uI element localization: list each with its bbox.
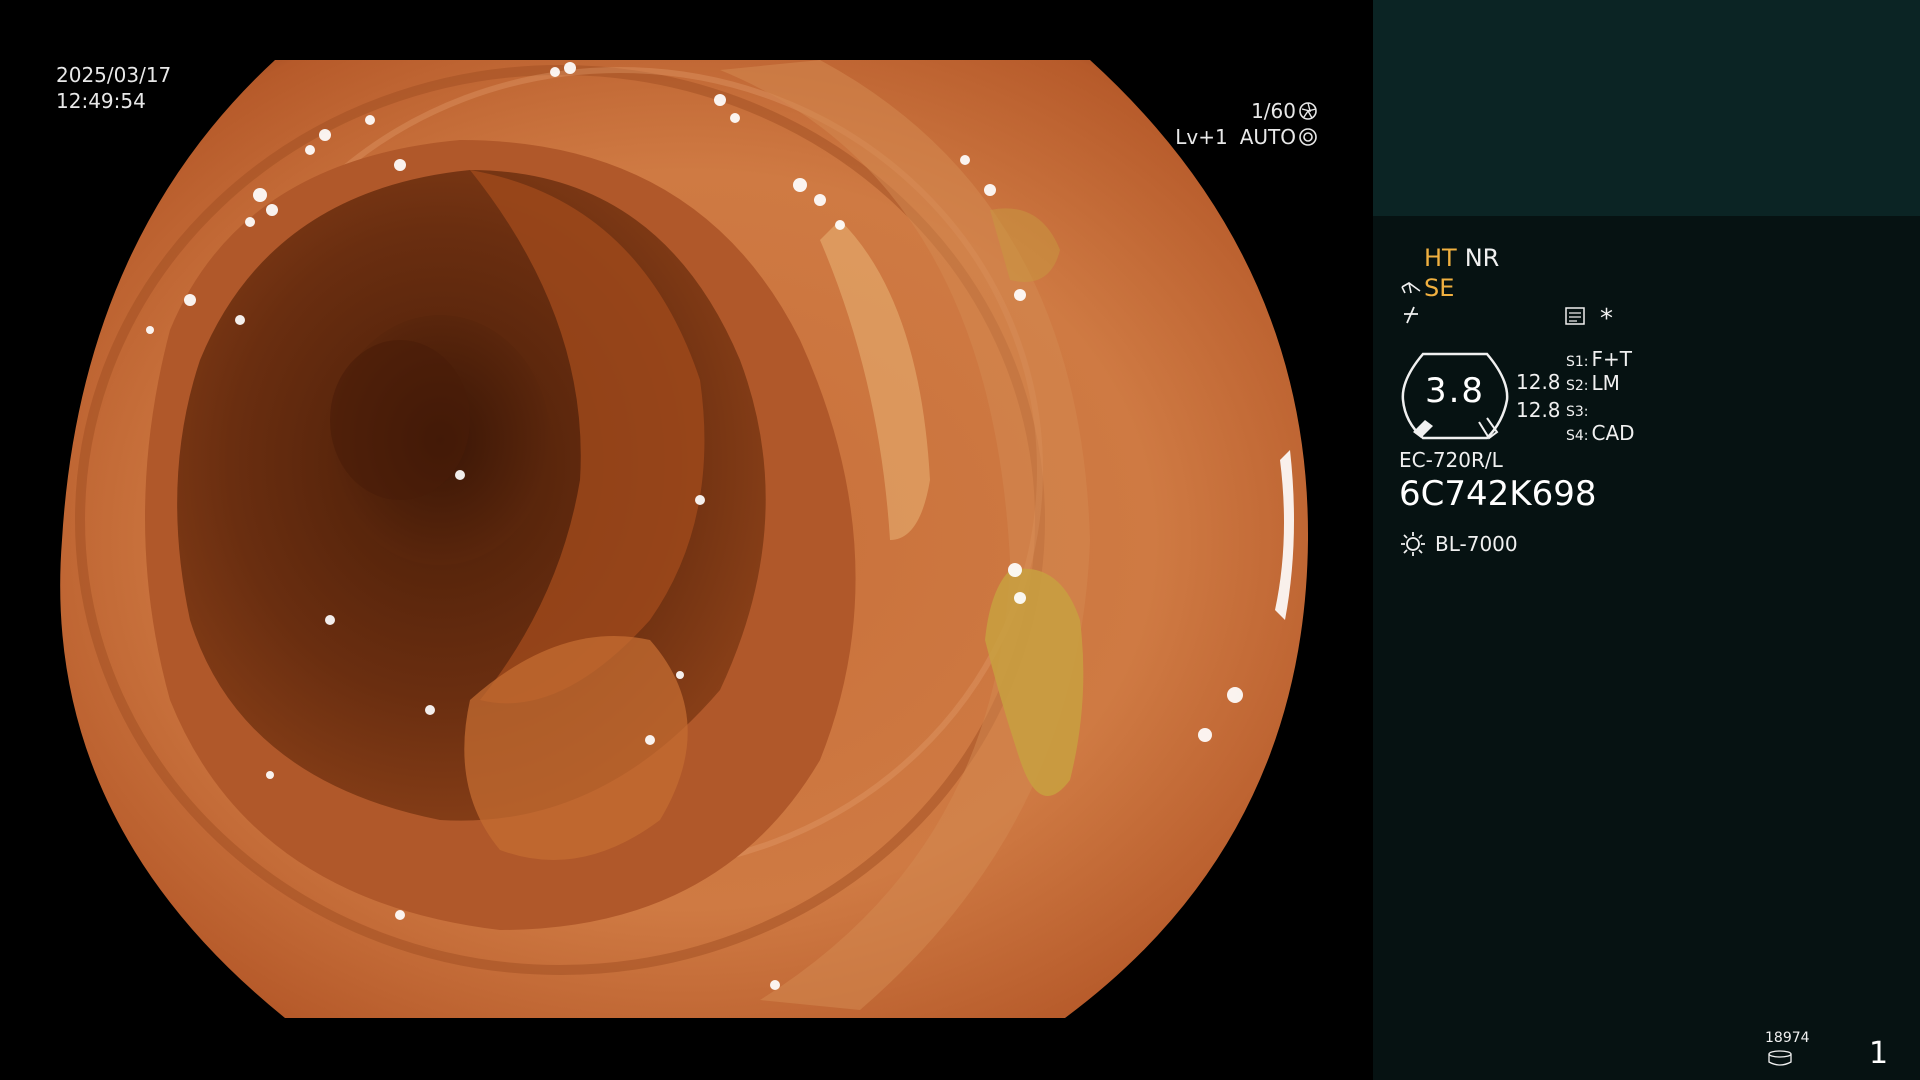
mode-secondary-label: NR	[1464, 244, 1500, 272]
light-source-info: BL-7000	[1399, 530, 1518, 558]
sharpness-icon	[1404, 306, 1418, 324]
switch-2: S2: LM	[1566, 371, 1620, 395]
scope-tip-icon	[1401, 282, 1421, 294]
shutter-speed-text: 1/60	[1251, 99, 1296, 123]
form-icon	[1565, 307, 1585, 325]
mode-primary-label: HT	[1424, 244, 1457, 272]
se-indicator: SE	[1400, 274, 1454, 302]
switch-key: S2:	[1566, 378, 1589, 394]
level-text: Lv+1	[1175, 125, 1228, 149]
exposure-info: 1/60 Lv+1 AUTO	[1175, 98, 1318, 150]
switch-value: LM	[1591, 371, 1620, 395]
switch-value: F+T	[1591, 347, 1632, 371]
switch-key: S3:	[1566, 404, 1589, 420]
light-bulb-icon	[1401, 532, 1425, 556]
preview-area	[1373, 0, 1920, 216]
switch-4: S4: CAD	[1566, 421, 1635, 445]
switch-key: S4:	[1566, 428, 1589, 444]
page-number: 1	[1869, 1036, 1889, 1071]
exposure-mode-text: AUTO	[1239, 125, 1296, 149]
mode-indicators: HT NR	[1424, 244, 1499, 272]
date-text: 2025/03/17	[56, 63, 172, 87]
gain-bottom-value: 12.8	[1516, 398, 1561, 422]
asterisk-mark: *	[1600, 304, 1613, 334]
auto-exposure-icon	[1299, 128, 1317, 146]
light-source-label: BL-7000	[1435, 532, 1518, 556]
shutter-icon	[1299, 102, 1317, 120]
endoscopy-monitor: 2025/03/17 12:49:54 1/60 Lv+1 AUTO HT NR…	[0, 0, 1920, 1080]
colon-lumen-image	[60, 60, 1309, 1018]
time-text: 12:49:54	[56, 89, 146, 113]
switch-3: S3:	[1566, 397, 1592, 421]
image-counter: 18974	[1765, 1030, 1810, 1046]
gain-top-value: 12.8	[1516, 370, 1561, 394]
storage-icon	[1768, 1050, 1792, 1066]
date-time-display: 2025/03/17 12:49:54	[56, 62, 171, 114]
sharpness-indicator	[1400, 304, 1422, 332]
endoscopic-view: 2025/03/17 12:49:54 1/60 Lv+1 AUTO	[0, 0, 1372, 1080]
switch-1: S1: F+T	[1566, 347, 1632, 371]
switch-key: S1:	[1566, 354, 1589, 370]
se-label: SE	[1424, 274, 1455, 302]
scope-serial-number: 6C742K698	[1399, 474, 1597, 514]
switch-value: CAD	[1591, 421, 1635, 445]
dial-value: 3.8	[1424, 371, 1486, 411]
scope-model: EC-720R/L	[1399, 448, 1503, 472]
info-panel: HT NR SE * 3.8 12.8 12.8 S1: F+T S2: LM …	[1373, 0, 1920, 1080]
